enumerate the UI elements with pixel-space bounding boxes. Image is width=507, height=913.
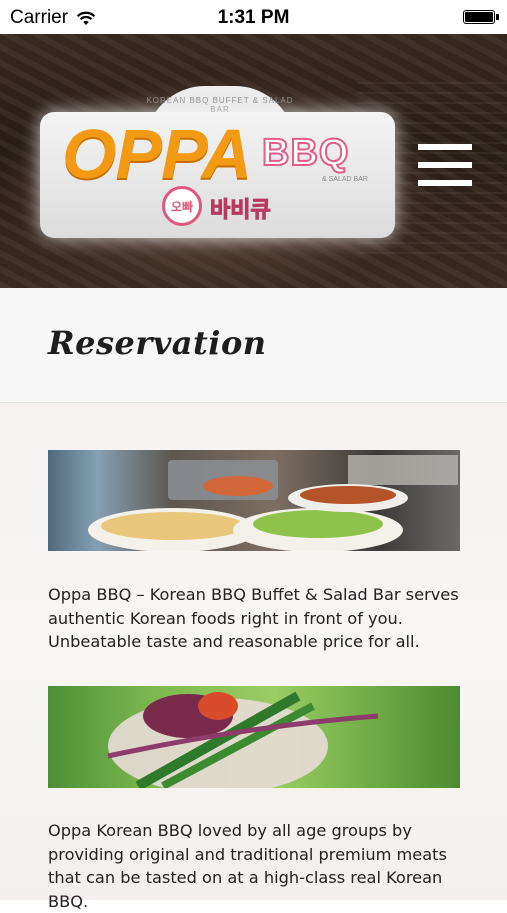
salad-illustration [107,691,379,788]
salad-food-image [48,686,460,788]
logo-name-secondary: BBQ [261,131,350,175]
logo-plate: OPPA BBQ & SALAD BAR 오빠 바비큐 [40,112,395,238]
page-title-section: Reservation [0,288,507,403]
logo-badge: 오빠 [162,186,202,226]
buffet-food-illustration [88,455,458,551]
hamburger-menu-icon[interactable] [418,144,472,186]
status-time: 1:31 PM [217,7,290,28]
site-logo[interactable]: KOREAN BBQ BUFFET & SALAD BAR OPPA BBQ &… [26,86,409,252]
buffet-food-image [48,450,460,551]
status-bar: Carrier 1:31 PM [0,0,507,34]
description-paragraph: Oppa Korean BBQ loved by all age groups … [48,821,447,911]
page-title: Reservation [48,324,267,362]
logo-korean-text: 바비큐 [210,198,272,224]
battery-icon [463,10,495,24]
battery-tip [496,14,499,20]
logo-name-primary: OPPA [62,115,252,193]
logo-tagline: & SALAD BAR [322,176,368,183]
intro-paragraph: Oppa BBQ – Korean BBQ Buffet & Salad Bar… [48,585,459,651]
site-header: KOREAN BBQ BUFFET & SALAD BAR OPPA BBQ &… [0,34,507,288]
main-content: Oppa BBQ – Korean BBQ Buffet & Salad Bar… [0,403,507,911]
